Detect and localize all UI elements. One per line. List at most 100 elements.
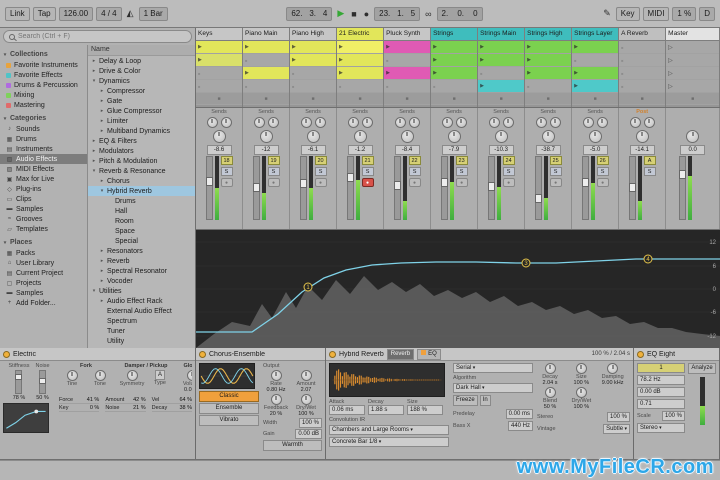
bassx-field[interactable]: 440 Hz bbox=[507, 421, 533, 431]
track-activator[interactable]: A bbox=[643, 156, 656, 165]
eq8-title-bar[interactable]: EQ Eight bbox=[634, 348, 719, 361]
send-a-knob[interactable] bbox=[488, 117, 500, 128]
track-activator[interactable]: 23 bbox=[455, 156, 468, 165]
param-value[interactable]: 41 % bbox=[87, 397, 100, 403]
sidebar-item-favorite-effects[interactable]: Favorite Effects bbox=[0, 70, 87, 80]
stop-clips-slot[interactable]: ■ bbox=[619, 93, 666, 105]
arm-button[interactable]: ● bbox=[267, 178, 280, 187]
volume-field[interactable]: -8.4 bbox=[394, 145, 420, 155]
clip[interactable]: ▶ bbox=[290, 41, 337, 54]
clip-slot[interactable]: ■ bbox=[431, 80, 478, 93]
pan-knob[interactable] bbox=[447, 130, 461, 143]
clip[interactable]: ▶ bbox=[431, 54, 478, 67]
send-a-knob[interactable] bbox=[347, 117, 359, 128]
loop-button[interactable]: ∞ bbox=[423, 9, 433, 19]
sidebar-item-instruments[interactable]: ▤ Instruments bbox=[0, 144, 87, 154]
stereo-field[interactable]: 100 % bbox=[606, 412, 630, 422]
pan-knob[interactable] bbox=[686, 130, 700, 143]
band-selector[interactable]: 1 bbox=[637, 363, 685, 373]
clip[interactable]: ▶ bbox=[196, 54, 243, 67]
track-header-strings-main[interactable]: Strings Main bbox=[478, 28, 525, 41]
damping-knob[interactable] bbox=[607, 363, 619, 374]
clip-slot[interactable]: ■ bbox=[243, 54, 290, 67]
clip[interactable]: ▶ bbox=[290, 54, 337, 67]
clip-slot[interactable]: ■ bbox=[384, 54, 431, 67]
slider-value[interactable]: 78 % bbox=[13, 395, 26, 401]
send-b-knob[interactable] bbox=[220, 117, 232, 128]
clip[interactable]: ▶ bbox=[525, 67, 572, 80]
sidebar-item-mixing[interactable]: Mixing bbox=[0, 90, 87, 100]
send-b-knob[interactable] bbox=[361, 117, 373, 128]
stop-clips-slot[interactable]: ■ bbox=[572, 93, 619, 105]
volume-field[interactable]: 0.0 bbox=[680, 145, 706, 155]
tree-item-spectrum[interactable]: Spectrum bbox=[88, 316, 195, 326]
tree-item-modulators[interactable]: ▸ Modulators bbox=[88, 146, 195, 156]
sidebar-item-audio-effects[interactable]: ▧ Audio Effects bbox=[0, 154, 87, 164]
freeze-button[interactable]: Freeze bbox=[453, 395, 478, 406]
sidebar-item-clips[interactable]: ▭ Clips bbox=[0, 194, 87, 204]
stop-clips-slot[interactable]: ■ bbox=[666, 93, 720, 105]
fader-handle[interactable] bbox=[581, 178, 589, 187]
position-sixteenths[interactable]: 4 bbox=[323, 9, 327, 19]
stiffness-slider[interactable] bbox=[15, 370, 23, 394]
eq-mode-select[interactable]: Stereo bbox=[637, 423, 685, 433]
tab-reverb[interactable]: Reverb bbox=[386, 348, 415, 360]
q-field[interactable]: 0.71 bbox=[637, 399, 685, 409]
send-a-knob[interactable] bbox=[253, 117, 265, 128]
track-activator[interactable]: 19 bbox=[267, 156, 280, 165]
sidebar-item-add-folder[interactable]: + Add Folder... bbox=[0, 298, 87, 308]
track-header-piano-main[interactable]: Piano Main bbox=[243, 28, 290, 41]
clip-slot[interactable]: ■ bbox=[290, 67, 337, 80]
ir-category-select[interactable]: Chambers and Large Rooms bbox=[329, 425, 449, 435]
pan-knob[interactable] bbox=[353, 130, 367, 143]
draw-mode-icon[interactable]: ✎ bbox=[601, 8, 613, 19]
pan-knob[interactable] bbox=[212, 130, 226, 143]
electric-xy-pad[interactable] bbox=[3, 403, 49, 433]
pan-knob[interactable] bbox=[306, 130, 320, 143]
clip[interactable]: ▶ bbox=[478, 54, 525, 67]
track-activator[interactable]: 20 bbox=[314, 156, 327, 165]
track-activator[interactable]: 26 bbox=[596, 156, 609, 165]
feedback-knob[interactable] bbox=[270, 394, 282, 405]
clip[interactable]: ▶ bbox=[431, 67, 478, 80]
volume-fader[interactable] bbox=[628, 156, 636, 220]
tree-item-special[interactable]: Special bbox=[88, 236, 195, 246]
clip-slot[interactable]: ■ bbox=[196, 80, 243, 93]
tree-item-gate[interactable]: ▸ Gate bbox=[88, 96, 195, 106]
tree-item-dynamics[interactable]: ▾ Dynamics bbox=[88, 76, 195, 86]
clip-slot[interactable]: ■ bbox=[196, 67, 243, 80]
gain-field[interactable]: 0.00 dB bbox=[637, 387, 685, 397]
clip[interactable]: ▶ bbox=[337, 67, 384, 80]
track-header-strings[interactable]: Strings bbox=[431, 28, 478, 41]
tree-item-utilities[interactable]: ▾ Utilities bbox=[88, 286, 195, 296]
clip-slot[interactable]: ■ bbox=[619, 54, 666, 67]
mode-vibrato[interactable]: Vibrato bbox=[199, 415, 259, 426]
sidebar-item-samples[interactable]: ▬ Samples bbox=[0, 204, 87, 214]
sidebar-item-projects[interactable]: ▢ Projects bbox=[0, 278, 87, 288]
volume-fader[interactable] bbox=[534, 156, 542, 220]
fader-handle[interactable] bbox=[393, 181, 401, 190]
pan-knob[interactable] bbox=[259, 130, 273, 143]
sidebar-item-templates[interactable]: ▱ Templates bbox=[0, 224, 87, 234]
stop-clips-slot[interactable]: ■ bbox=[290, 93, 337, 105]
tree-item-limiter[interactable]: ▸ Limiter bbox=[88, 116, 195, 126]
clip[interactable]: ▶ bbox=[572, 80, 619, 93]
solo-button[interactable]: S bbox=[502, 167, 515, 176]
tree-item-audio-effect-rack[interactable]: ▸ Audio Effect Rack bbox=[88, 296, 195, 306]
param-key[interactable]: Key 0 % bbox=[59, 405, 100, 412]
send-a-knob[interactable] bbox=[629, 117, 641, 128]
send-b-knob[interactable] bbox=[596, 117, 608, 128]
fader-handle[interactable] bbox=[534, 194, 542, 203]
sidebar-item-samples[interactable]: ▬ Samples bbox=[0, 288, 87, 298]
track-activator[interactable]: 24 bbox=[502, 156, 515, 165]
fader-handle[interactable] bbox=[346, 173, 354, 182]
tree-item-tuner[interactable]: Tuner bbox=[88, 326, 195, 336]
tree-item-resonators[interactable]: ▸ Resonators bbox=[88, 246, 195, 256]
track-header-21-electric[interactable]: 21 Electric bbox=[337, 28, 384, 41]
knob-value[interactable]: 0.80 Hz bbox=[267, 387, 286, 393]
clip[interactable]: ▶ bbox=[337, 54, 384, 67]
device-on-toggle[interactable] bbox=[199, 350, 206, 358]
tree-name-header[interactable]: Name bbox=[88, 45, 195, 56]
slider-handle[interactable] bbox=[15, 374, 23, 380]
fader-handle[interactable] bbox=[487, 182, 495, 191]
